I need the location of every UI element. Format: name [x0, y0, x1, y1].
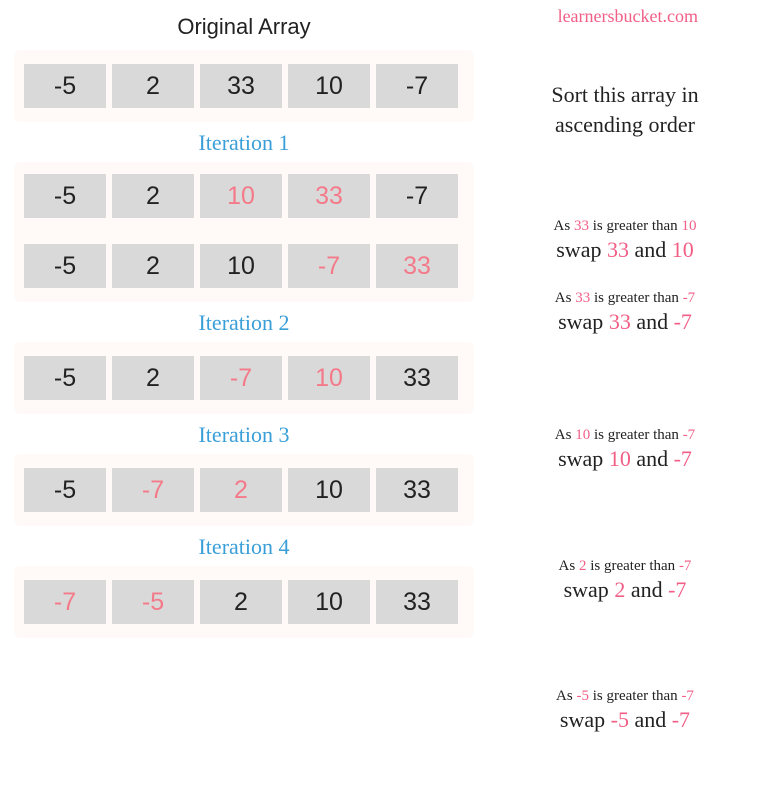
- explain-iteration-3: As 2 is greater than -7 swap 2 and -7: [500, 558, 750, 603]
- array-cell: 33: [376, 468, 458, 512]
- array-cell: -5: [24, 64, 106, 108]
- array-row: -52-71033: [24, 356, 464, 400]
- array-row: -7-521033: [24, 580, 464, 624]
- explain-iteration-2: As 10 is greater than -7 swap 10 and -7: [500, 427, 750, 472]
- iteration-3-panel: -5-721033: [14, 454, 474, 526]
- array-cell: 2: [112, 174, 194, 218]
- explain-iteration-4: As -5 is greater than -7 swap -5 and -7: [500, 688, 750, 733]
- array-cell: 2: [112, 64, 194, 108]
- array-cell: 33: [376, 356, 458, 400]
- iteration-2-panel: -52-71033: [14, 342, 474, 414]
- iteration-1-panel: -521033-7 -5210-733: [14, 162, 474, 302]
- original-array-panel: -523310-7: [14, 50, 474, 122]
- array-cell: 10: [288, 468, 370, 512]
- array-cell: -7: [24, 580, 106, 624]
- array-cell: 2: [112, 356, 194, 400]
- array-cell: 10: [288, 64, 370, 108]
- array-cell: -5: [112, 580, 194, 624]
- array-cell: 10: [288, 580, 370, 624]
- array-cell: 10: [200, 174, 282, 218]
- instruction-text: Sort this array inascending order: [500, 80, 750, 139]
- array-cell: -7: [376, 64, 458, 108]
- iteration-4-title: Iteration 4: [14, 534, 474, 560]
- array-cell: 10: [200, 244, 282, 288]
- array-cell: -5: [24, 468, 106, 512]
- array-cell: 2: [200, 468, 282, 512]
- iteration-2-title: Iteration 2: [14, 310, 474, 336]
- array-row: -521033-7: [24, 174, 464, 218]
- array-cell: -7: [376, 174, 458, 218]
- array-cell: -7: [112, 468, 194, 512]
- array-row: -5-721033: [24, 468, 464, 512]
- array-cell: 2: [112, 244, 194, 288]
- array-cell: 33: [376, 580, 458, 624]
- array-cell: -5: [24, 356, 106, 400]
- array-cell: -7: [200, 356, 282, 400]
- array-cell: 2: [200, 580, 282, 624]
- brand-link[interactable]: learnersbucket.com: [558, 6, 698, 27]
- diagram-column: Original Array -523310-7 Iteration 1 -52…: [0, 0, 480, 638]
- array-row: -523310-7: [24, 64, 464, 108]
- array-row: -5210-733: [24, 244, 464, 288]
- array-cell: 33: [200, 64, 282, 108]
- array-cell: -5: [24, 244, 106, 288]
- array-cell: 10: [288, 356, 370, 400]
- array-cell: -7: [288, 244, 370, 288]
- original-array-heading: Original Array: [14, 14, 474, 40]
- array-cell: 33: [376, 244, 458, 288]
- iteration-1-title: Iteration 1: [14, 130, 474, 156]
- iteration-4-panel: -7-521033: [14, 566, 474, 638]
- iteration-3-title: Iteration 3: [14, 422, 474, 448]
- array-cell: -5: [24, 174, 106, 218]
- explain-iteration-1a: As 33 is greater than 10 swap 33 and 10: [500, 218, 750, 263]
- array-cell: 33: [288, 174, 370, 218]
- explain-iteration-1b: As 33 is greater than -7 swap 33 and -7: [500, 290, 750, 335]
